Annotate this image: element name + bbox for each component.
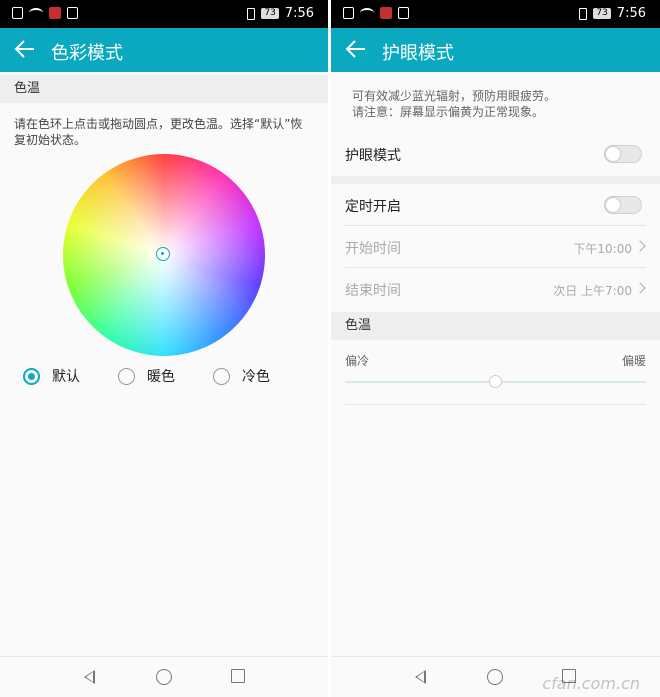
battery-level: 73 bbox=[593, 8, 611, 19]
end-time-label: 结束时间 bbox=[345, 283, 401, 299]
color-temp-slider[interactable] bbox=[345, 375, 646, 388]
huawei-app-icon bbox=[49, 7, 61, 19]
watermark: cfan.com.cn bbox=[542, 674, 640, 693]
eye-mode-row: 护眼模式 bbox=[331, 133, 660, 175]
slider-thumb[interactable] bbox=[489, 375, 502, 388]
radio-cool[interactable]: 冷色 bbox=[213, 366, 270, 386]
schedule-row: 定时开启 bbox=[331, 184, 660, 226]
schedule-toggle[interactable] bbox=[604, 196, 642, 214]
notification-icon bbox=[398, 7, 409, 19]
wifi-icon bbox=[360, 8, 374, 18]
sim-icon bbox=[12, 7, 23, 19]
start-time-label: 开始时间 bbox=[345, 241, 401, 257]
vibrate-icon bbox=[247, 7, 256, 20]
section-header-color-temp: 色温 bbox=[0, 75, 328, 103]
battery-level: 73 bbox=[261, 8, 279, 19]
radio-label-warm: 暖色 bbox=[147, 369, 175, 385]
eye-mode-description-line2: 请注意：屏幕显示偏黄为正常现象。 bbox=[352, 105, 545, 119]
slider-label-cool: 偏冷 bbox=[345, 354, 370, 368]
sim-icon bbox=[343, 7, 354, 19]
preset-radio-group: 默认 暖色 冷色 bbox=[0, 366, 328, 388]
slider-label-warm: 偏暖 bbox=[621, 354, 646, 368]
color-wheel-hint: 请在色环上点击或拖动圆点，更改色温。选择“默认”恢复初始状态。 bbox=[14, 117, 303, 147]
section-header-color-temp: 色温 bbox=[331, 312, 660, 340]
wifi-icon bbox=[29, 8, 43, 18]
radio-unchecked-icon bbox=[118, 367, 135, 385]
eye-mode-description-line1: 可有效减少蓝光辐射，预防用眼疲劳。 bbox=[352, 89, 557, 103]
app-bar: 护眼模式 bbox=[331, 28, 660, 72]
vibrate-icon bbox=[579, 7, 588, 20]
radio-warm[interactable]: 暖色 bbox=[118, 366, 175, 386]
row-divider bbox=[345, 404, 646, 405]
eye-mode-toggle[interactable] bbox=[604, 145, 642, 163]
chevron-right-icon bbox=[634, 240, 646, 252]
status-bar: 73 7:56 bbox=[331, 0, 660, 28]
back-arrow-icon[interactable] bbox=[345, 38, 367, 60]
back-arrow-icon[interactable] bbox=[14, 38, 36, 60]
huawei-app-icon bbox=[380, 7, 392, 19]
start-time-row[interactable]: 开始时间 下午10:00 bbox=[331, 226, 660, 268]
clock: 7:56 bbox=[284, 6, 314, 21]
color-picker-dot[interactable] bbox=[156, 247, 170, 261]
clock: 7:56 bbox=[616, 6, 646, 21]
radio-label-cool: 冷色 bbox=[242, 369, 270, 385]
schedule-label: 定时开启 bbox=[345, 199, 401, 215]
page-title: 色彩模式 bbox=[51, 43, 123, 64]
eye-mode-label: 护眼模式 bbox=[345, 148, 401, 164]
chevron-right-icon bbox=[634, 282, 646, 294]
section-gap bbox=[331, 176, 660, 184]
eye-comfort-screen: 73 7:56 护眼模式 可有效减少蓝光辐射，预防用眼疲劳。 请注意：屏幕显示偏… bbox=[331, 0, 660, 697]
end-time-row[interactable]: 结束时间 次日 上午7:00 bbox=[331, 268, 660, 310]
navigation-bar bbox=[0, 656, 328, 697]
app-bar: 色彩模式 bbox=[0, 28, 328, 72]
nav-back-icon[interactable] bbox=[415, 670, 426, 684]
end-time-value: 次日 上午7:00 bbox=[553, 284, 632, 298]
radio-checked-icon bbox=[23, 367, 40, 385]
radio-default[interactable]: 默认 bbox=[23, 366, 80, 386]
radio-unchecked-icon bbox=[213, 367, 230, 385]
nav-back-icon[interactable] bbox=[84, 670, 95, 684]
notification-icon bbox=[67, 7, 78, 19]
status-bar: 73 7:56 bbox=[0, 0, 328, 28]
nav-home-icon[interactable] bbox=[487, 669, 503, 685]
color-mode-screen: 73 7:56 色彩模式 色温 请在色环上点击或拖动圆点，更改色温。选择“默认”… bbox=[0, 0, 328, 697]
radio-label-default: 默认 bbox=[52, 369, 80, 385]
start-time-value: 下午10:00 bbox=[573, 242, 632, 256]
nav-home-icon[interactable] bbox=[156, 669, 172, 685]
nav-recent-icon[interactable] bbox=[231, 669, 245, 683]
page-title: 护眼模式 bbox=[382, 43, 454, 64]
